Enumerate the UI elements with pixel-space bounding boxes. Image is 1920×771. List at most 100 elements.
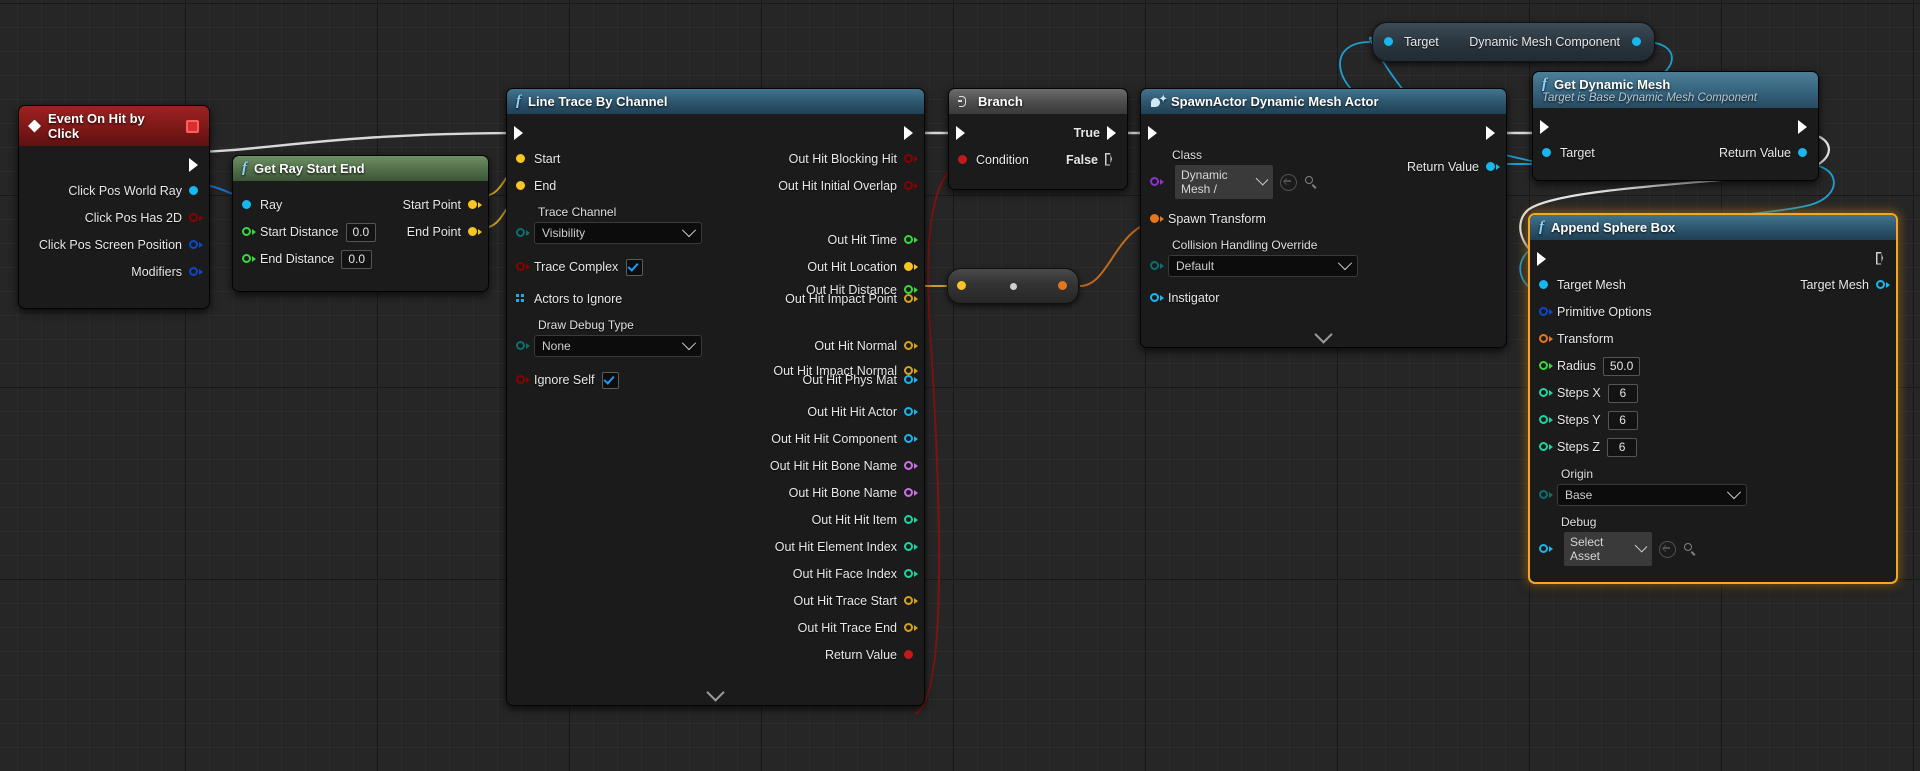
pin-start-point[interactable] [468,199,482,211]
class-field[interactable]: Class Dynamic Mesh / [1141,148,1506,199]
array-pin-icon[interactable] [516,293,527,305]
pin-row[interactable]: Spawn Transform [1141,208,1506,230]
exec-row[interactable] [1530,249,1896,269]
pin-return-value[interactable] [1798,147,1809,159]
pin-start[interactable] [516,153,527,165]
pin-out-hit-hit-component[interactable] [904,433,918,445]
collision-handling-field[interactable]: Collision Handling Override Default [1141,238,1506,277]
pin-condition[interactable] [958,154,969,166]
exec-out-true-pin[interactable] [1107,125,1120,141]
pin-row[interactable]: Out Hit Element Index [507,536,924,558]
node-get-ray-start-end[interactable]: f Get Ray Start End Ray Start Point Star… [232,155,489,292]
pin-row[interactable]: Start Out Hit Blocking Hit [507,148,924,170]
pin-row[interactable]: Return Value [507,644,924,666]
pin-target-mesh-in[interactable] [1539,279,1550,291]
node-reroute-make-transform[interactable] [947,268,1079,304]
pin-out-hit-initial-overlap[interactable] [904,180,918,192]
pin-end[interactable] [516,180,527,192]
node-dynamic-mesh-component[interactable]: Target Dynamic Mesh Component [1372,22,1655,62]
exec-row[interactable]: True [949,123,1127,143]
debug-field[interactable]: Debug Select Asset [1530,515,1896,566]
node-spawn-actor-dynamic-mesh-actor[interactable]: SpawnActor Dynamic Mesh Actor Return Val… [1140,88,1507,348]
pin-row[interactable]: Out Hit Trace End [507,617,924,639]
pin-row[interactable]: Out Hit Trace Start [507,590,924,612]
exec-out-pin[interactable] [904,125,917,141]
pin-row[interactable]: Steps Y 6 [1530,409,1896,431]
origin-field[interactable]: Origin Base [1530,467,1896,506]
exec-row[interactable] [1141,123,1506,143]
exec-out-pin[interactable] [1486,125,1499,141]
pin-collision-handling-override[interactable] [1150,260,1164,272]
pin-dynamic-mesh-component-out[interactable] [1632,36,1643,48]
ignore-self-checkbox[interactable] [602,371,620,389]
output-pin-row[interactable]: Click Pos World Ray [19,180,209,202]
pin-target[interactable] [1542,147,1553,159]
pin-click-pos-world-ray[interactable] [189,185,200,197]
node-header[interactable]: f Get Ray Start End [233,156,488,181]
pin-reroute-out[interactable] [1058,280,1069,292]
pin-row[interactable]: Primitive Options [1530,301,1896,323]
pin-row[interactable]: End Distance 0.0 [233,248,488,270]
pin-row[interactable]: Condition False [949,149,1127,171]
collapse-toggle[interactable] [507,683,924,703]
pin-ignore-self[interactable] [516,374,530,386]
pin-radius[interactable] [1539,360,1553,372]
pin-spawn-transform[interactable] [1150,213,1164,225]
pin-trace-channel[interactable] [516,227,530,239]
node-header[interactable]: f Line Trace By Channel [507,89,924,114]
pin-out-hit-blocking-hit[interactable] [904,153,918,165]
pin-draw-debug-type[interactable] [516,340,530,352]
pin-row[interactable]: Ray Start Point [233,194,488,216]
pin-end-point[interactable] [468,226,482,238]
node-get-dynamic-mesh[interactable]: f Get Dynamic Mesh Target is Base Dynami… [1532,71,1819,181]
pin-out-hit-location[interactable] [904,261,918,273]
node-line-trace-by-channel[interactable]: f Line Trace By Channel Start Out Hit Bl… [506,88,925,706]
exec-in-pin[interactable] [1148,125,1161,141]
pin-instigator[interactable] [1150,292,1164,304]
node-header[interactable]: f Get Dynamic Mesh Target is Base Dynami… [1533,72,1818,108]
pin-out-hit-element-index[interactable] [904,541,918,553]
pin-row[interactable]: Target Mesh Target Mesh [1530,274,1896,296]
start-distance-input[interactable]: 0.0 [345,222,377,242]
browse-back-icon[interactable] [1280,173,1297,191]
pin-steps-y[interactable] [1539,414,1553,426]
collision-handling-select[interactable]: Default [1168,255,1358,277]
pin-row[interactable]: Out Hit Hit Actor [507,401,924,423]
exec-in-pin[interactable] [514,125,527,141]
node-header[interactable]: Branch [949,89,1127,114]
search-icon[interactable] [1683,542,1698,557]
node-branch[interactable]: Branch True Condition False [948,88,1128,190]
pin-row[interactable]: Out Hit Hit Bone Name [507,455,924,477]
pin-out-hit-hit-bone-name[interactable] [904,460,918,472]
node-event-on-hit-by-click[interactable]: Event On Hit by Click Click Pos World Ra… [18,105,210,309]
pin-row[interactable]: End Out Hit Initial Overlap [507,175,924,197]
pin-target-mesh-out[interactable] [1876,279,1890,291]
node-header[interactable]: f Append Sphere Box [1530,215,1896,240]
pin-row[interactable]: Out Hit Bone Name [507,482,924,504]
debug-asset-select[interactable]: Select Asset [1564,532,1652,566]
pin-click-pos-has-2d[interactable] [189,212,203,224]
exec-out-false-pin[interactable] [1105,153,1118,168]
pin-steps-z[interactable] [1539,441,1553,453]
steps-z-input[interactable]: 6 [1607,437,1638,457]
exec-out-pin[interactable] [1798,119,1811,135]
end-distance-input[interactable]: 0.0 [341,249,373,269]
pin-row[interactable]: Out Hit Hit Item [507,509,924,531]
browse-back-icon[interactable] [1659,540,1676,558]
pin-target[interactable] [1384,36,1395,48]
pin-ray[interactable] [242,199,253,211]
pin-reroute-in[interactable] [957,280,968,292]
pin-transform[interactable] [1539,333,1553,345]
pin-out-hit-hit-actor[interactable] [904,406,918,418]
node-header[interactable]: SpawnActor Dynamic Mesh Actor [1141,89,1506,114]
pin-modifiers[interactable] [189,266,203,278]
pin-class[interactable] [1150,176,1164,188]
origin-select[interactable]: Base [1557,484,1747,506]
pin-primitive-options[interactable] [1539,306,1553,318]
class-select[interactable]: Dynamic Mesh / [1175,165,1273,199]
pin-row[interactable]: Radius 50.0 [1530,355,1896,377]
pin-row[interactable]: Out Hit Face Index [507,563,924,585]
pin-out-hit-bone-name[interactable] [904,487,918,499]
pin-trace-complex[interactable] [516,261,530,273]
radius-input[interactable]: 50.0 [1602,356,1641,376]
